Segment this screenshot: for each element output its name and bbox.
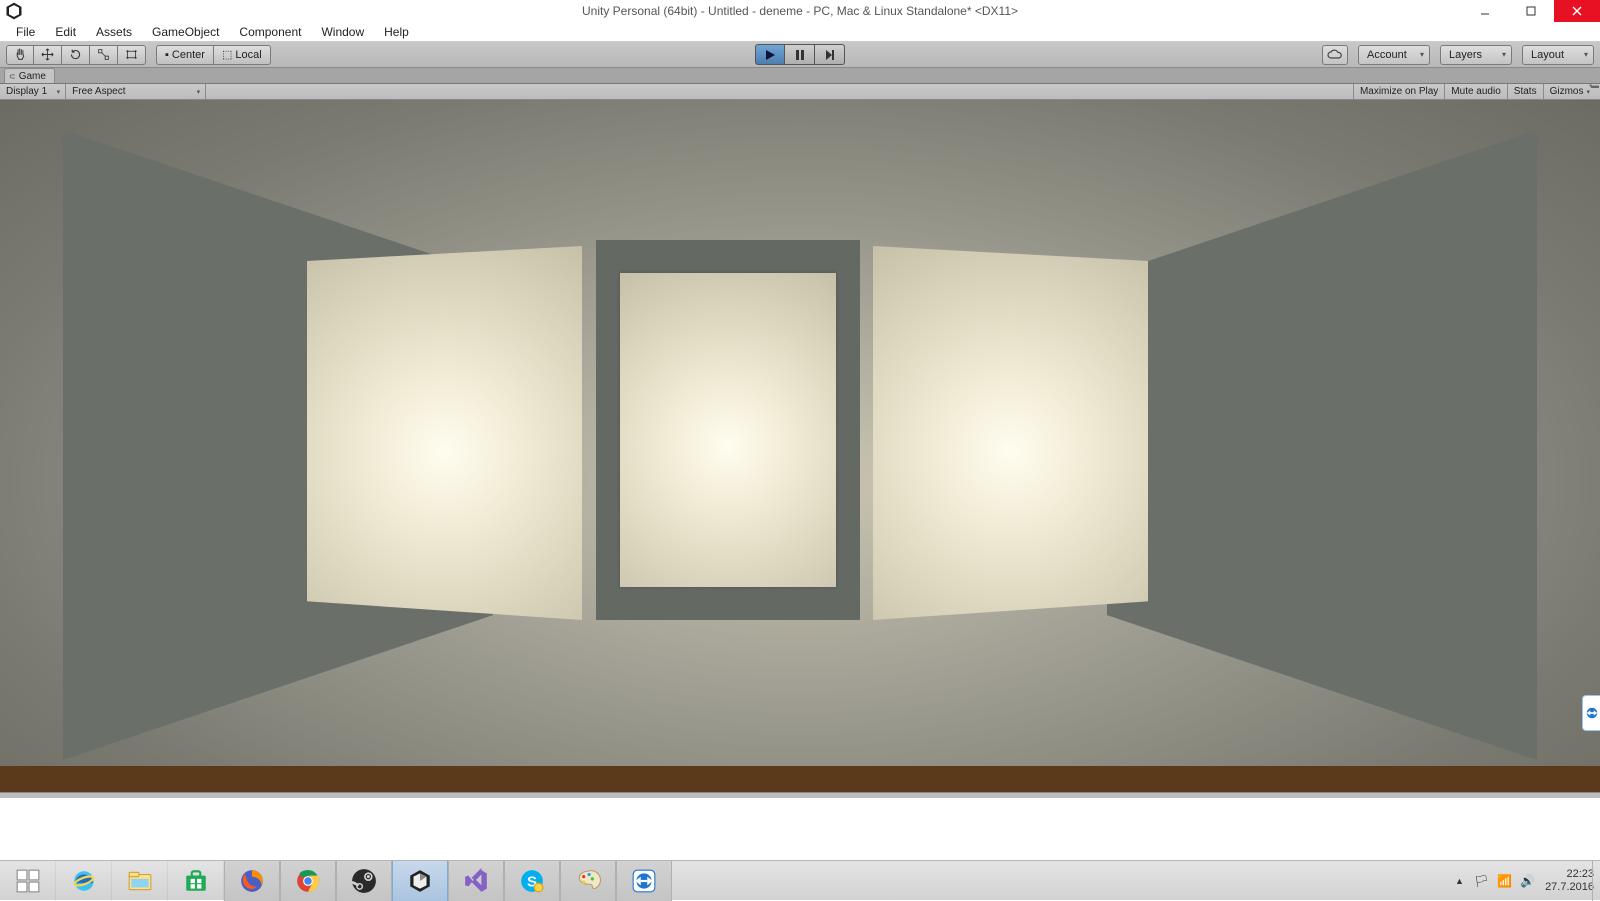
rect-tool-button[interactable] <box>118 45 146 65</box>
account-label: Account <box>1367 49 1407 61</box>
tray-date: 27.7.2016 <box>1545 881 1594 893</box>
window-close-button[interactable] <box>1554 0 1600 22</box>
display-dropdown[interactable]: Display 1 <box>0 84 66 99</box>
taskbar-visualstudio-icon[interactable] <box>448 861 504 901</box>
pivot-group: ▪Center ⬚Local <box>156 45 271 65</box>
menu-component[interactable]: Component <box>229 23 311 41</box>
scene-canvas-right <box>873 246 1148 620</box>
taskbar-unity-icon[interactable] <box>392 861 448 901</box>
hand-tool-button[interactable] <box>6 45 34 65</box>
layers-dropdown[interactable]: Layers <box>1440 45 1512 65</box>
window-maximize-button[interactable] <box>1508 0 1554 22</box>
taskbar-teamviewer-icon[interactable] <box>616 861 672 901</box>
taskbar-ie-icon[interactable] <box>56 861 112 901</box>
layout-dropdown[interactable]: Layout <box>1522 45 1594 65</box>
teamviewer-panel-icon[interactable] <box>1582 695 1600 731</box>
show-desktop-button[interactable] <box>1592 861 1600 901</box>
taskbar-explorer-icon[interactable] <box>112 861 168 901</box>
tab-game-label: Game <box>19 71 46 82</box>
taskbar-paint-icon[interactable] <box>560 861 616 901</box>
system-tray: ▲ 🏳 📶 🔊 22:23 27.7.2016 <box>1455 861 1594 901</box>
scene-canvas-center <box>620 273 836 587</box>
display-label: Display 1 <box>6 86 47 97</box>
gizmos-dropdown[interactable]: Gizmos <box>1543 84 1596 99</box>
taskbar-firefox-icon[interactable] <box>224 861 280 901</box>
window-minimize-button[interactable] <box>1462 0 1508 22</box>
taskbar-skype-icon[interactable]: S <box>504 861 560 901</box>
mute-label: Mute audio <box>1451 86 1500 97</box>
taskbar-store-icon[interactable] <box>168 861 224 901</box>
menu-gameobject[interactable]: GameObject <box>142 23 229 41</box>
play-button[interactable] <box>755 44 785 65</box>
menu-help[interactable]: Help <box>374 23 419 41</box>
step-button[interactable] <box>815 44 845 65</box>
rotate-tool-button[interactable] <box>62 45 90 65</box>
transform-tool-group <box>6 45 146 65</box>
menu-window[interactable]: Window <box>311 23 374 41</box>
tray-time: 22:23 <box>1545 868 1594 880</box>
menu-file[interactable]: File <box>6 23 45 41</box>
tray-flag-icon[interactable]: 🏳 <box>1474 874 1489 888</box>
play-controls <box>755 44 845 65</box>
tab-game[interactable]: Game <box>4 68 55 83</box>
stats-toggle[interactable]: Stats <box>1507 84 1543 99</box>
pivot-center-button[interactable]: ▪Center <box>156 45 214 65</box>
menu-edit[interactable]: Edit <box>45 23 86 41</box>
menubar: File Edit Assets GameObject Component Wi… <box>0 22 1600 42</box>
window-title: Unity Personal (64bit) - Untitled - dene… <box>0 4 1600 18</box>
mute-audio-toggle[interactable]: Mute audio <box>1444 84 1506 99</box>
layers-label: Layers <box>1449 49 1482 61</box>
cloud-button[interactable] <box>1322 45 1348 65</box>
tray-volume-icon[interactable]: 🔊 <box>1520 874 1535 888</box>
scene-wall-right <box>1107 130 1537 760</box>
start-button[interactable] <box>0 861 56 901</box>
scene-canvas-left <box>307 246 582 620</box>
aspect-dropdown[interactable]: Free Aspect <box>66 84 206 99</box>
taskbar-chrome-icon[interactable] <box>280 861 336 901</box>
maximize-label: Maximize on Play <box>1360 86 1438 97</box>
menu-assets[interactable]: Assets <box>86 23 142 41</box>
tray-network-icon[interactable]: 📶 <box>1497 874 1512 888</box>
window-titlebar: Unity Personal (64bit) - Untitled - dene… <box>0 0 1600 22</box>
stats-label: Stats <box>1514 86 1537 97</box>
game-subbar: Display 1 Free Aspect ▪▬ Maximize on Pla… <box>0 84 1600 100</box>
maximize-on-play-toggle[interactable]: Maximize on Play <box>1353 84 1444 99</box>
pivot-local-button[interactable]: ⬚Local <box>214 45 271 65</box>
aspect-label: Free Aspect <box>72 86 125 97</box>
gizmos-label: Gizmos <box>1550 86 1584 97</box>
scale-tool-button[interactable] <box>90 45 118 65</box>
unity-toolbar: ▪Center ⬚Local Account Layers Layout <box>0 42 1600 68</box>
view-tabstrip: Game <box>0 68 1600 84</box>
taskbar-steam-icon[interactable] <box>336 861 392 901</box>
game-view[interactable] <box>0 100 1600 792</box>
layout-label: Layout <box>1531 49 1564 61</box>
pivot-center-label: Center <box>172 49 205 61</box>
account-dropdown[interactable]: Account <box>1358 45 1430 65</box>
tray-clock[interactable]: 22:23 27.7.2016 <box>1545 868 1594 892</box>
move-tool-button[interactable] <box>34 45 62 65</box>
windows-taskbar: S ▲ 🏳 📶 🔊 22:23 27.7.2016 <box>0 860 1600 900</box>
scene-floor <box>0 766 1600 792</box>
pivot-local-label: Local <box>235 49 261 61</box>
pause-button[interactable] <box>785 44 815 65</box>
tray-expand-icon[interactable]: ▲ <box>1455 876 1464 886</box>
